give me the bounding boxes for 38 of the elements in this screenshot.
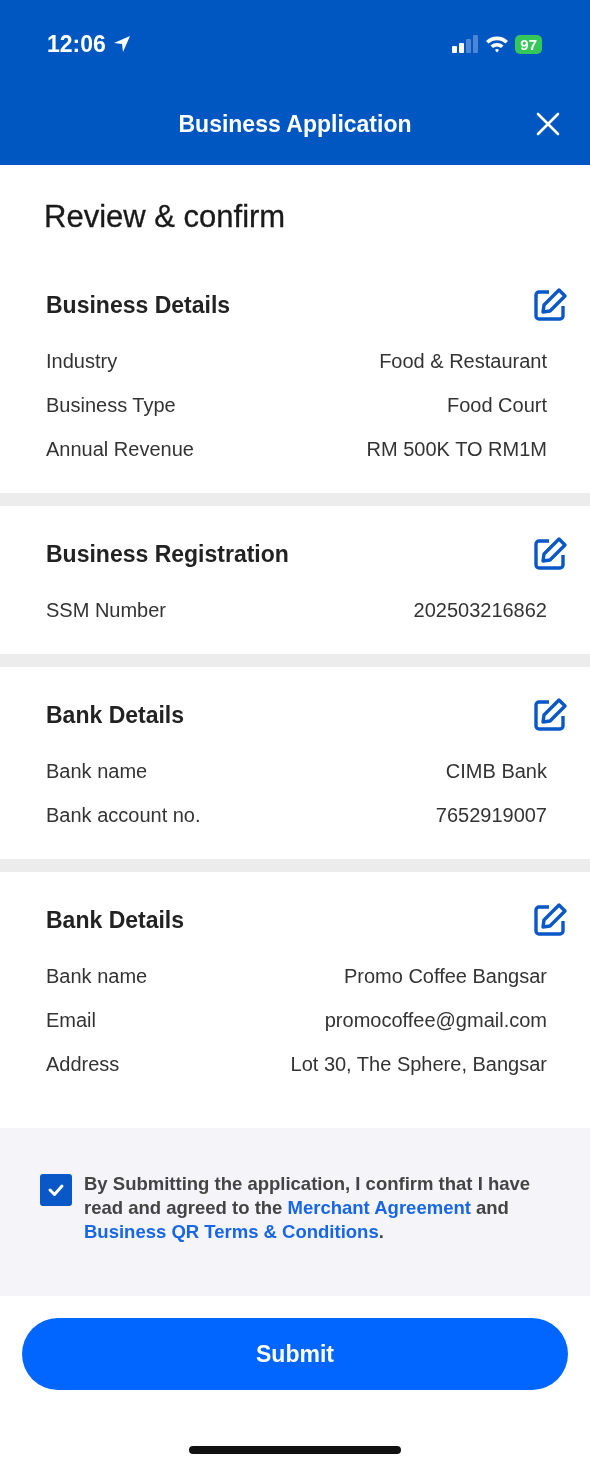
section-title: Business Details — [46, 291, 231, 319]
field-value: 7652919007 — [435, 803, 547, 827]
field-value: promocoffee@gmail.com — [324, 1008, 547, 1032]
close-button[interactable] — [536, 112, 560, 136]
field-value: Lot 30, The Sphere, Bangsar — [290, 1052, 547, 1076]
header-title: Business Application — [178, 110, 412, 138]
field-label: Email — [46, 1008, 96, 1032]
field-label: Annual Revenue — [46, 437, 194, 461]
field-value: Food Court — [446, 393, 547, 417]
field-value: Promo Coffee Bangsar — [343, 964, 547, 988]
field-label: Bank name — [46, 964, 148, 988]
field-label: Industry — [46, 349, 118, 373]
field-label: Bank account no. — [46, 803, 201, 827]
field-label: SSM Number — [46, 598, 167, 622]
terms-link[interactable]: Business QR Terms & Conditions — [84, 1221, 379, 1242]
battery-indicator: 97 — [515, 34, 542, 54]
field-value: 202503216862 — [413, 598, 547, 622]
edit-button[interactable] — [532, 902, 568, 938]
field-label: Address — [46, 1052, 120, 1076]
status-time: 12:06 — [47, 30, 106, 58]
field-value: CIMB Bank — [445, 759, 547, 783]
section-title: Business Registration — [46, 540, 289, 568]
terms-link[interactable]: Merchant Agreement — [287, 1197, 471, 1218]
field-label: Business Type — [46, 393, 176, 417]
edit-button[interactable] — [532, 536, 568, 572]
submit-button[interactable]: Submit — [22, 1318, 568, 1390]
edit-button[interactable] — [532, 697, 568, 733]
edit-button[interactable] — [532, 287, 568, 323]
wifi-icon — [485, 35, 510, 53]
section-title: Bank Details — [46, 906, 185, 934]
signal-icon — [451, 35, 480, 53]
field-value: Food & Restaurant — [379, 349, 547, 373]
field-label: Bank name — [46, 759, 148, 783]
agree-checkbox[interactable] — [40, 1174, 72, 1206]
page-title: Review & confirm — [44, 199, 287, 235]
section-title: Bank Details — [46, 701, 185, 729]
field-value: RM 500K TO RM1M — [366, 437, 547, 461]
consent-text: By Submitting the application, I confirm that I have read and agreed to the Merchant Agreement and Business QR Terms & Conditions. — [84, 1172, 532, 1244]
